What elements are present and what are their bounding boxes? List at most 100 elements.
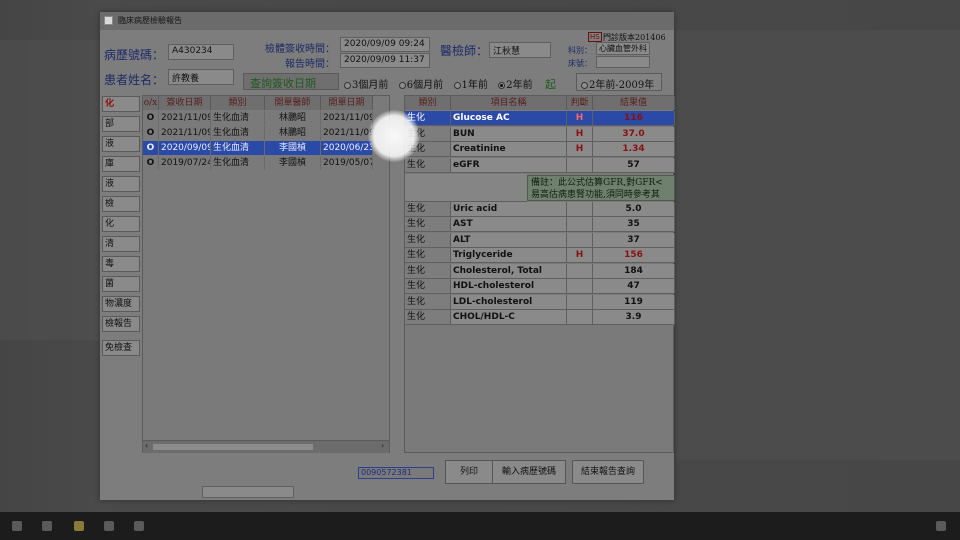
print-button[interactable]: 列印	[445, 460, 493, 484]
result-row[interactable]: 生化 AST 35	[405, 217, 675, 232]
orders-column-header[interactable]: 開單醫師	[265, 96, 321, 110]
radio-2y[interactable]: 2年前	[498, 80, 533, 91]
received-time-label: 檢體簽收時間：	[265, 44, 335, 55]
title-bar[interactable]: 臨床病歷檢驗報告	[100, 12, 674, 30]
footer-code: 0090572381	[358, 467, 434, 479]
physician-field: 江秋慧	[489, 42, 551, 58]
result-category-cell: 生化	[405, 295, 451, 310]
result-value-cell: 156	[593, 248, 675, 263]
radio-range[interactable]: 2年前-2009年	[576, 73, 662, 91]
sidebar-item[interactable]: 免檢查	[102, 340, 140, 356]
orders-column-header[interactable]: 簽收日期	[159, 96, 211, 110]
orders-column-header[interactable]: o/x	[143, 96, 159, 110]
result-value-cell: 37	[593, 233, 675, 248]
notification-icon[interactable]	[936, 521, 946, 531]
result-category-cell: 生化	[405, 248, 451, 263]
end-report-query-button[interactable]: 結束報告查詢	[572, 460, 644, 484]
radio-dot	[453, 81, 461, 89]
dept-label: 科別：	[568, 46, 592, 55]
input-chart-no-button[interactable]: 輸入病歷號碼	[492, 460, 566, 484]
note-line-1: 備註：此公式估算GFR,對GFR<	[531, 178, 663, 188]
result-row[interactable]: 生化 BUN H 37.0	[405, 127, 675, 142]
result-row[interactable]: 生化 eGFR 57	[405, 158, 675, 173]
result-row[interactable]: 生化 ALT 37	[405, 233, 675, 248]
order-order-date-cell: 2019/05/07	[323, 156, 373, 170]
result-row[interactable]: 生化 Triglyceride H 156	[405, 248, 675, 263]
sidebar-item[interactable]: 檢	[102, 196, 140, 212]
dept-field: 心臟血管外科	[596, 42, 650, 55]
sidebar-item[interactable]: 物濃度	[102, 296, 140, 312]
order-order-date-cell: 2021/11/09	[323, 111, 373, 125]
chart-no-field[interactable]: A430234	[168, 44, 234, 60]
table-row[interactable]: O 2021/11/09 生化血清 林鵬昭 2021/11/09	[143, 111, 389, 125]
result-row[interactable]: 生化 HDL-cholesterol 47	[405, 279, 675, 294]
sidebar-item[interactable]: 菌	[102, 276, 140, 292]
result-name-cell: Glucose AC	[451, 111, 567, 126]
result-name-cell: Triglyceride	[451, 248, 567, 263]
table-row[interactable]: O 2020/09/09 生化血清 李國楨 2020/06/23	[143, 141, 389, 155]
radio-3m[interactable]: 3個月前	[344, 80, 388, 91]
sidebar-item[interactable]: 清	[102, 236, 140, 252]
result-name-cell: CHOL/HDL-C	[451, 310, 567, 325]
sidebar-item[interactable]: 檢報告	[102, 316, 140, 332]
result-row[interactable]: 生化 Uric acid 5.0	[405, 202, 675, 217]
result-row[interactable]: 生化 Cholesterol, Total 184	[405, 264, 675, 279]
folder-icon[interactable]	[74, 521, 84, 531]
results-panel: 類別 項目名稱 判斷 結果值 生化 Glucose AC H 116 生化 BUN H 37.0 生化…	[404, 95, 675, 453]
query-date-label: 查詢簽收日期	[250, 77, 316, 90]
radio-dot	[498, 81, 506, 89]
bed-field	[596, 56, 650, 68]
result-value-cell: 116	[593, 111, 675, 126]
result-name-cell: BUN	[451, 127, 567, 142]
scroll-right-icon[interactable]: ›	[381, 441, 384, 450]
result-name-cell: eGFR	[451, 158, 567, 173]
sidebar-item[interactable]: 化	[102, 216, 140, 232]
search-icon[interactable]	[42, 521, 52, 531]
taskbar	[0, 512, 960, 540]
radio-6m[interactable]: 6個月前	[398, 80, 443, 91]
result-value-cell: 1.34	[593, 142, 675, 157]
sidebar-item[interactable]: 庫	[102, 156, 140, 172]
radio-1y[interactable]: 1年前	[453, 80, 488, 91]
result-name-cell: Uric acid	[451, 202, 567, 217]
order-doctor-cell: 林鵬昭	[265, 111, 321, 125]
order-order-date-cell: 2021/11/09	[323, 126, 373, 140]
result-row[interactable]: 生化 CHOL/HDL-C 3.9	[405, 310, 675, 325]
order-order-date-cell: 2020/06/23	[321, 141, 373, 155]
result-category-cell: 生化	[405, 111, 451, 126]
scroll-left-icon[interactable]: ‹	[145, 441, 148, 450]
app-icon[interactable]	[134, 521, 144, 531]
table-row[interactable]: O 2019/07/24 生化血清 李國楨 2019/05/07	[143, 156, 389, 170]
results-spacer	[405, 174, 527, 202]
results-column-header[interactable]: 類別	[405, 96, 451, 110]
results-column-header[interactable]: 項目名稱	[451, 96, 567, 110]
result-row[interactable]: 生化 Creatinine H 1.34	[405, 142, 675, 157]
sidebar-item[interactable]: 毒	[102, 256, 140, 272]
sidebar-item[interactable]: 化	[102, 96, 140, 112]
scroll-thumb[interactable]	[153, 444, 313, 450]
sidebar-item[interactable]: 部	[102, 116, 140, 132]
order-date-cell: 2021/11/09	[161, 111, 211, 125]
result-value-cell: 57	[593, 158, 675, 173]
app-icon[interactable]	[104, 521, 114, 531]
result-flag-cell	[567, 158, 593, 173]
sidebar-item[interactable]: 液	[102, 136, 140, 152]
result-row[interactable]: 生化 Glucose AC H 116	[405, 111, 675, 126]
orders-scrollbar[interactable]: ‹ ›	[143, 440, 389, 453]
result-flag-cell	[567, 279, 593, 294]
sidebar-item[interactable]: 液	[102, 176, 140, 192]
patient-name-field[interactable]: 許教養	[168, 69, 234, 85]
results-column-header[interactable]: 結果值	[593, 96, 675, 110]
orders-column-header[interactable]: 開單日期	[321, 96, 373, 110]
orders-column-header[interactable]: 類別	[211, 96, 265, 110]
order-doctor-cell: 林鵬昭	[265, 126, 321, 140]
start-icon[interactable]	[12, 521, 22, 531]
order-date-cell: 2020/09/09	[159, 141, 211, 155]
result-row[interactable]: 生化 LDL-cholesterol 119	[405, 295, 675, 310]
order-type-cell: 生化血清	[211, 156, 265, 170]
start-label: 起	[545, 78, 556, 91]
table-row[interactable]: O 2021/11/09 生化血清 林鵬昭 2021/11/09	[143, 126, 389, 140]
order-ox-cell: O	[143, 156, 159, 170]
results-column-header[interactable]: 判斷	[567, 96, 593, 110]
result-category-cell: 生化	[405, 279, 451, 294]
